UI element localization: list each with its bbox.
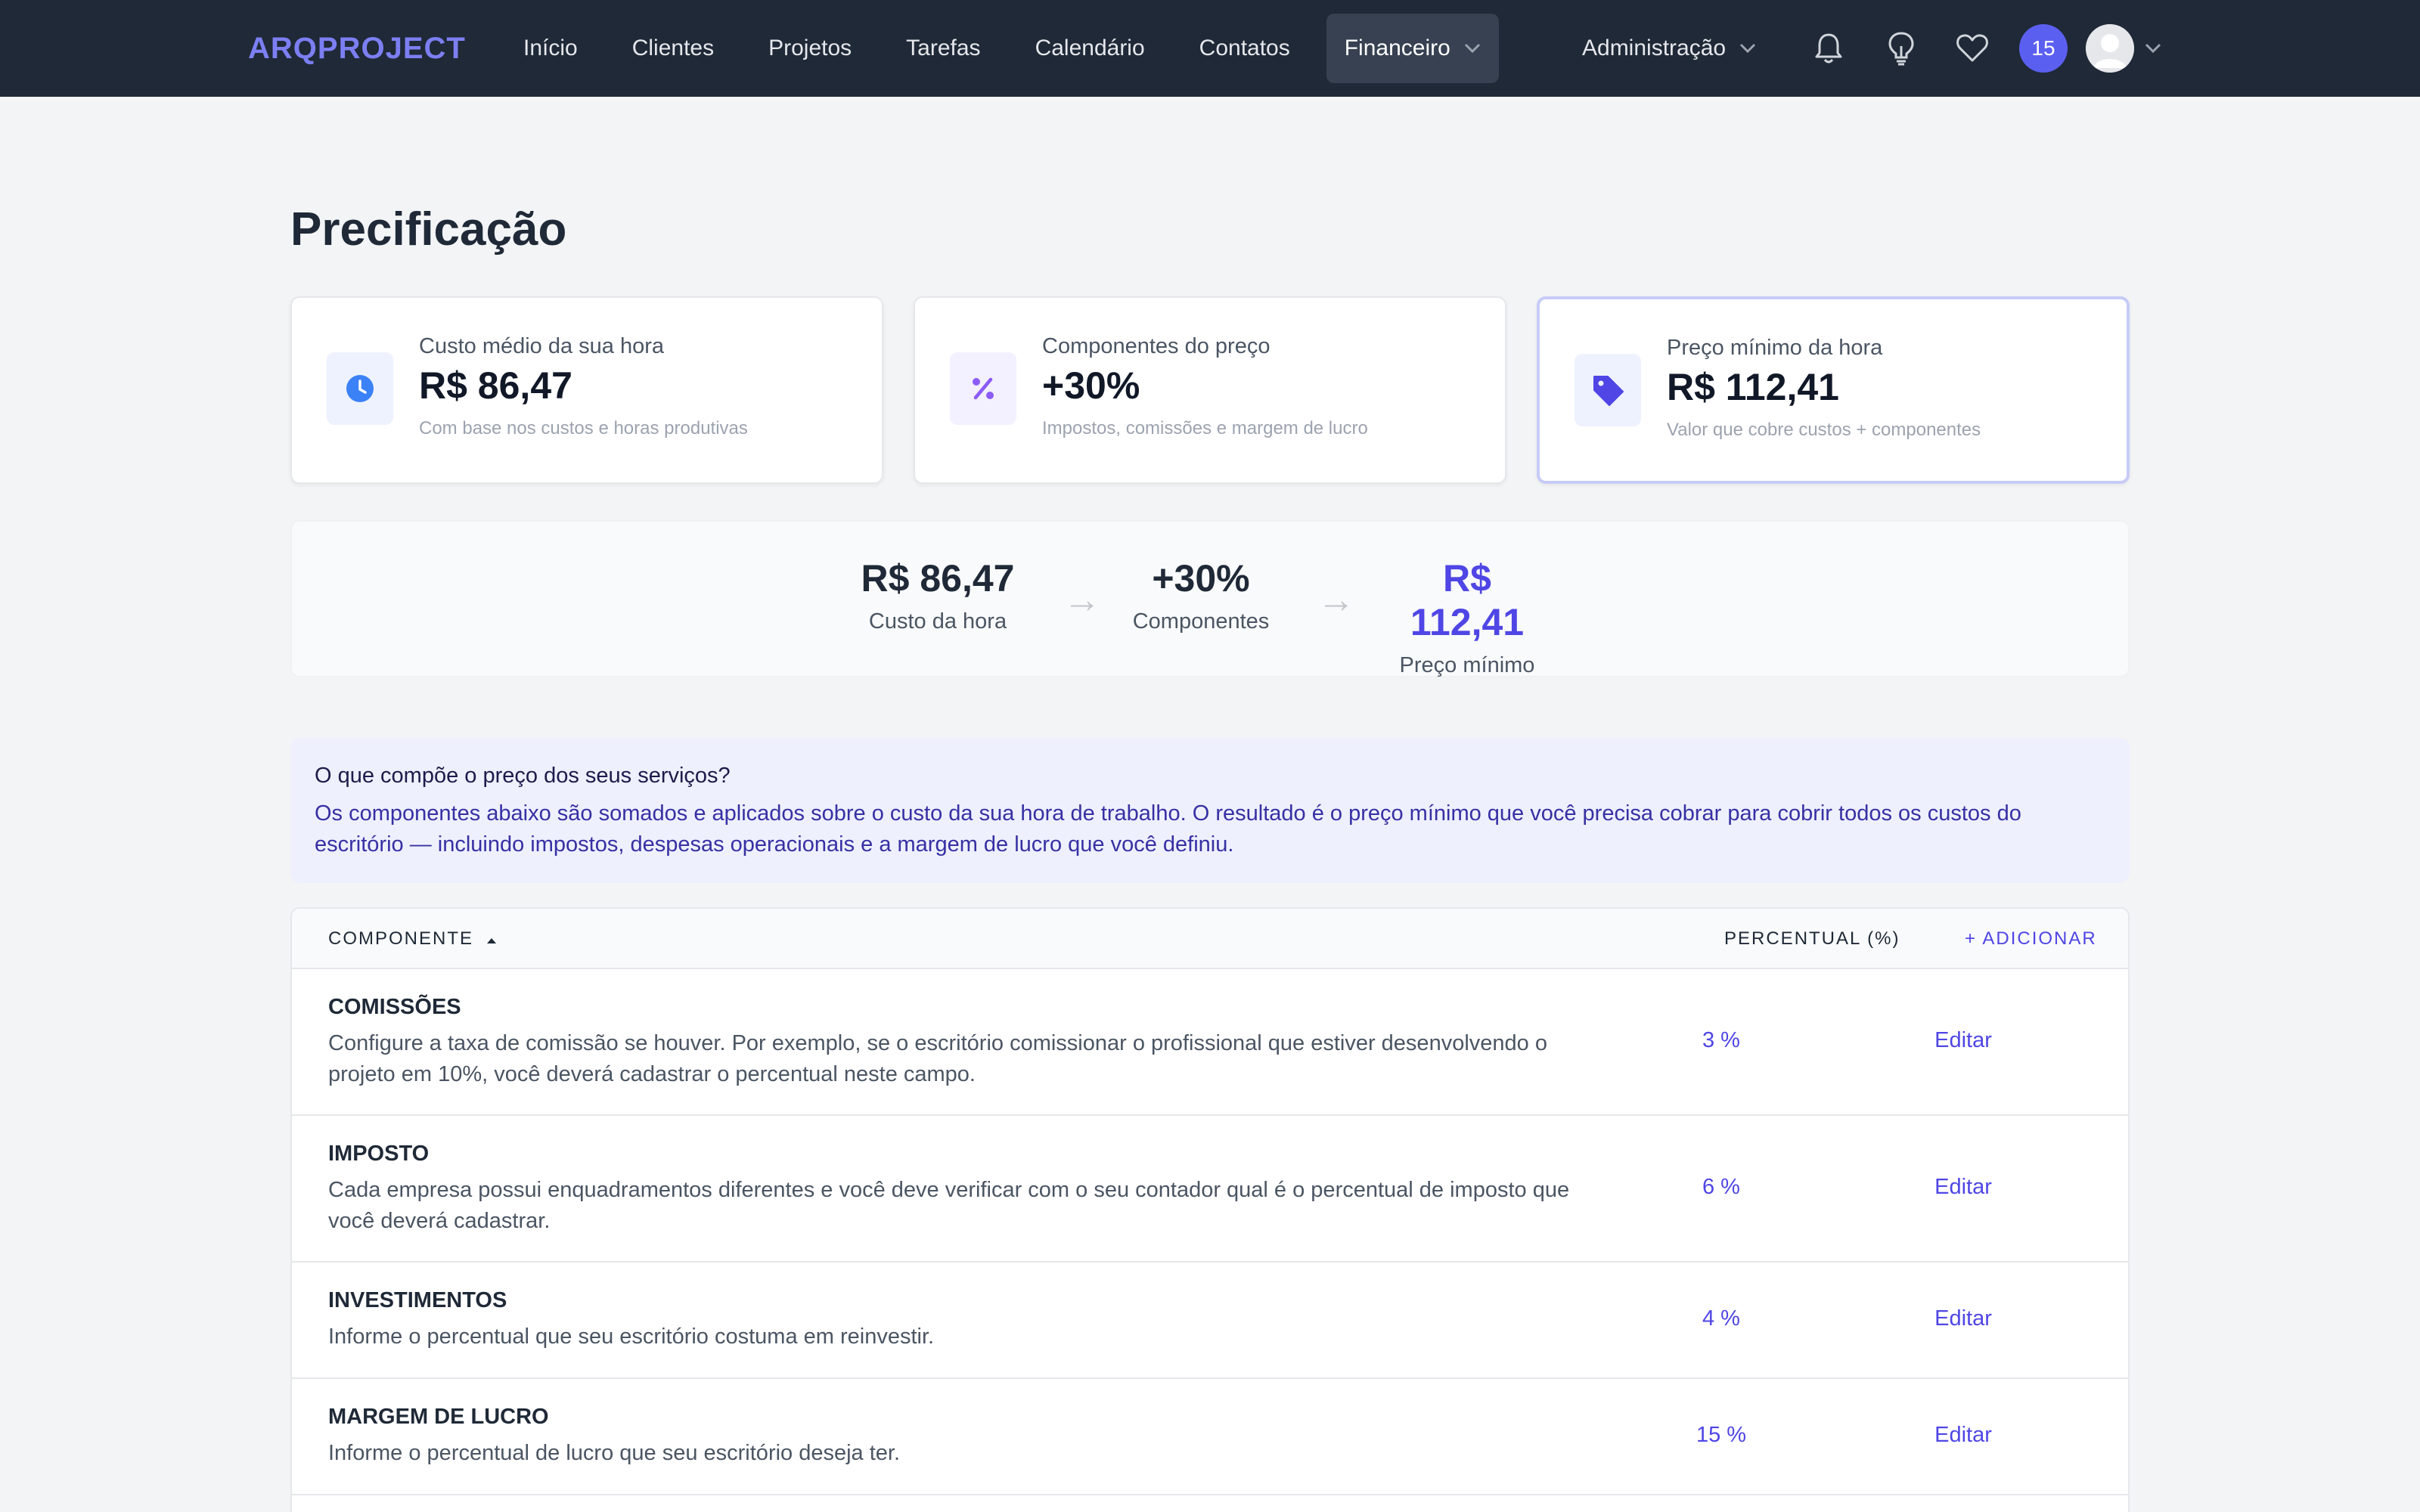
clock-icon [327, 352, 393, 425]
col-component-label: COMPONENTE [328, 928, 474, 949]
percent-icon [950, 352, 1016, 425]
arrow-right-icon: → [1063, 578, 1101, 621]
row-title: COMISSÕES [328, 995, 461, 1019]
row-description: Informe o percentual que seu escritório … [328, 1325, 935, 1349]
formula-components-label: Componentes [1132, 609, 1270, 634]
row-description: Cada empresa possui enquadramentos difer… [328, 1178, 1570, 1233]
nav-inicio[interactable]: Início [505, 14, 596, 83]
notification-count: 15 [2031, 36, 2055, 60]
tag-icon [1575, 354, 1641, 426]
bell-icon[interactable] [1810, 30, 1847, 67]
table-row: INVESTIMENTOS Informe o percentual que s… [292, 1263, 2128, 1379]
row-percent: 6 % [1702, 1175, 1740, 1199]
edit-button[interactable]: Editar [1925, 1028, 2001, 1053]
row-title: MARGEM DE LUCRO [328, 1405, 549, 1429]
formula-components-value: +30% [1152, 557, 1250, 600]
add-component-button[interactable]: + ADICIONAR [1965, 928, 2097, 950]
card-subtext: Com base nos custos e horas produtivas [419, 418, 748, 438]
card-label: Componentes do preço [1042, 334, 1270, 358]
formula-price-value: R$ 112,41 [1410, 557, 1525, 643]
sort-asc-icon [486, 938, 496, 943]
row-title: INVESTIMENTOS [328, 1288, 507, 1312]
top-navbar: ARQPROJECT Início Clientes Projetos Tare… [0, 0, 2420, 97]
formula-price: R$ 112,41 Preço mínimo [1385, 556, 1549, 678]
col-percent-header: PERCENTUAL (%) [1724, 928, 1900, 949]
table-row: MARGEM DE LUCRO Informe o percentual de … [292, 1379, 2128, 1495]
sort-component-header[interactable]: COMPONENTE [328, 928, 497, 950]
nav-tarefas[interactable]: Tarefas [888, 14, 998, 83]
nav-projetos[interactable]: Projetos [750, 14, 870, 83]
formula-cost-label: Custo da hora [868, 609, 1007, 634]
user-avatar-icon [2086, 24, 2134, 73]
chevron-down-icon[interactable] [2143, 35, 2163, 62]
card-label: Preço mínimo da hora [1667, 336, 1883, 360]
info-body: Os componentes abaixo são somados e apli… [315, 801, 2021, 857]
nav-financeiro-label: Financeiro [1344, 36, 1450, 60]
row-percent: 15 % [1696, 1423, 1747, 1447]
row-description: Informe o percentual de lucro que seu es… [328, 1441, 901, 1465]
card-value: +30% [1042, 364, 1140, 407]
formula-cost-value: R$ 86,47 [861, 557, 1015, 600]
edit-button[interactable]: Editar [1925, 1423, 2001, 1448]
card-value: R$ 112,41 [1667, 366, 1839, 408]
card-label: Custo médio da sua hora [419, 334, 665, 358]
info-callout: O que compõe o preço dos seus serviços? … [290, 738, 2130, 883]
row-percent: 3 % [1702, 1028, 1740, 1052]
card-preco-minimo: Preço mínimo da hora R$ 112,41 Valor que… [1537, 296, 2130, 484]
chevron-down-icon [1740, 43, 1756, 54]
formula-price-label: Preço mínimo [1399, 653, 1535, 677]
nav-admin-dropdown[interactable]: Administração [1582, 14, 1756, 83]
nav-calendario[interactable]: Calendário [1017, 14, 1163, 83]
card-subtext: Impostos, comissões e margem de lucro [1042, 418, 1368, 438]
card-componentes: Componentes do preço +30% Impostos, comi… [914, 296, 1506, 484]
row-percent: 4 % [1702, 1306, 1740, 1331]
logo[interactable]: ARQPROJECT [248, 29, 466, 68]
logo-text: ARQPROJECT [248, 31, 466, 65]
main-nav: Início Clientes Projetos Tarefas Calendá… [505, 14, 1517, 83]
heart-icon[interactable] [1954, 30, 1990, 67]
row-title: IMPOSTO [328, 1142, 430, 1166]
nav-admin-label: Administração [1582, 36, 1727, 60]
table-row: COMISSÕES Configure a taxa de comissão s… [292, 969, 2128, 1116]
table-row: IMPOSTO Cada empresa possui enquadrament… [292, 1116, 2128, 1263]
card-value: R$ 86,47 [419, 364, 572, 407]
formula-cost: R$ 86,47 Custo da hora [856, 556, 1019, 634]
row-description: Configure a taxa de comissão se houver. … [328, 1031, 1547, 1086]
chevron-down-icon [1464, 43, 1480, 54]
card-custo-hora: Custo médio da sua hora R$ 86,47 Com bas… [290, 296, 883, 484]
edit-button[interactable]: Editar [1925, 1306, 2001, 1331]
card-subtext: Valor que cobre custos + componentes [1667, 420, 1981, 440]
nav-financeiro-dropdown[interactable]: Financeiro [1326, 14, 1499, 83]
user-avatar[interactable] [2086, 24, 2134, 73]
table-header: COMPONENTE PERCENTUAL (%) + ADICIONAR [292, 909, 2128, 969]
nav-clientes[interactable]: Clientes [614, 14, 732, 83]
page-title: Precificação [290, 203, 567, 256]
lightbulb-icon[interactable] [1883, 30, 1919, 67]
nav-contatos[interactable]: Contatos [1181, 14, 1308, 83]
formula-components: +30% Componentes [1127, 556, 1275, 634]
components-table: COMPONENTE PERCENTUAL (%) + ADICIONAR CO… [290, 907, 2130, 1512]
notification-count-badge[interactable]: 15 [2019, 24, 2068, 73]
arrow-right-icon: → [1317, 578, 1355, 621]
edit-button[interactable]: Editar [1925, 1175, 2001, 1200]
info-title: O que compõe o preço dos seus serviços? [315, 764, 731, 788]
price-formula: R$ 86,47 Custo da hora → +30% Componente… [290, 520, 2130, 677]
